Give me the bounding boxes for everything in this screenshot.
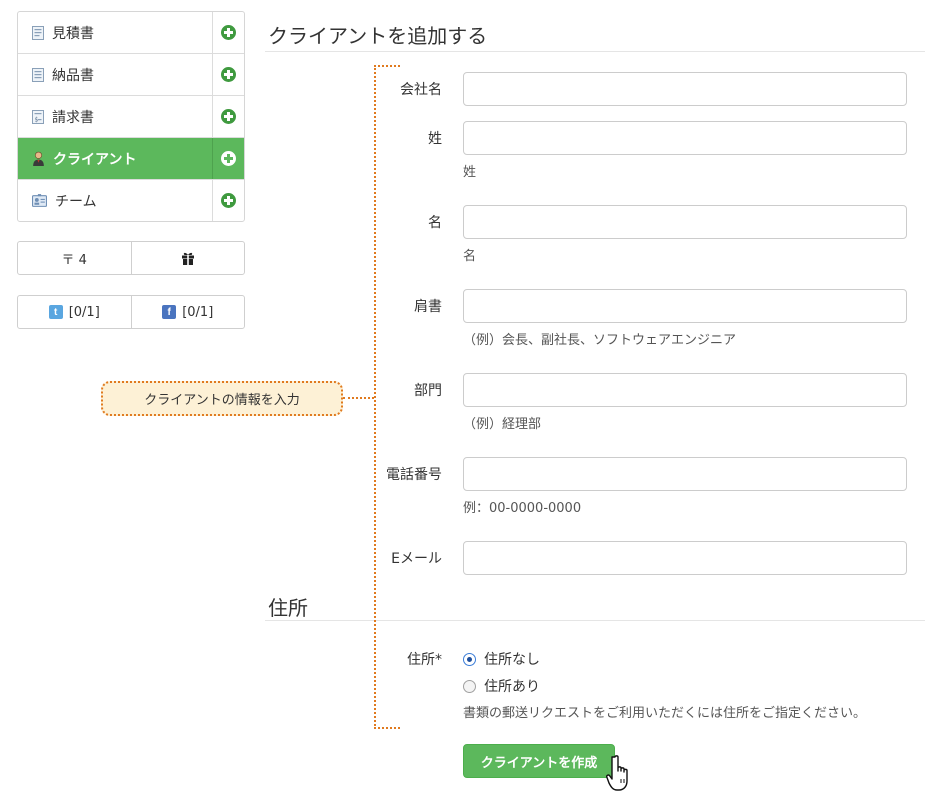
facebook-icon: f bbox=[162, 305, 177, 319]
social-button-group: t [0/1] f [0/1] bbox=[17, 295, 245, 329]
sidebar-item-label: 納品書 bbox=[52, 67, 94, 84]
gift-button[interactable] bbox=[130, 242, 245, 274]
position-help: （例）会長、副社長、ソフトウェアエンジニア bbox=[463, 333, 737, 348]
facebook-count: [0/1] bbox=[182, 304, 214, 320]
company-input[interactable] bbox=[463, 72, 907, 106]
callout-text: クライアントの情報を入力 bbox=[144, 393, 300, 408]
sidebar-item-invoice: $ 請求書 bbox=[18, 96, 244, 138]
sidebar-item-team: チーム bbox=[18, 180, 244, 221]
postal-button[interactable]: 〒 4 bbox=[18, 242, 131, 274]
add-invoice-button[interactable] bbox=[212, 96, 244, 137]
invoice-doc-icon: $ bbox=[32, 109, 44, 124]
add-delivery-button[interactable] bbox=[212, 54, 244, 95]
sidebar-link-invoice[interactable]: $ 請求書 bbox=[18, 96, 212, 137]
title-divider bbox=[265, 51, 925, 52]
sidebar-link-estimate[interactable]: 見積書 bbox=[18, 12, 212, 53]
utility-button-group: 〒 4 bbox=[17, 241, 245, 275]
add-client-button[interactable] bbox=[212, 138, 244, 179]
twitter-count: [0/1] bbox=[68, 304, 100, 320]
plus-circle-icon bbox=[221, 25, 236, 40]
gift-icon bbox=[181, 252, 194, 265]
sidebar-item-delivery: 納品書 bbox=[18, 54, 244, 96]
sidebar-item-estimate: 見積書 bbox=[18, 12, 244, 54]
position-label: 肩書 bbox=[414, 299, 442, 315]
create-client-button[interactable]: クライアントを作成 bbox=[463, 744, 615, 778]
sidebar-link-team[interactable]: チーム bbox=[18, 180, 212, 221]
last-name-help: 姓 bbox=[463, 165, 477, 180]
last-name-input[interactable] bbox=[463, 121, 907, 155]
sidebar-item-label: 見積書 bbox=[52, 25, 94, 42]
radio-with-address[interactable]: 住所あり bbox=[463, 676, 540, 696]
phone-input[interactable] bbox=[463, 457, 907, 491]
sidebar-item-client: クライアント bbox=[18, 138, 244, 180]
sidebar-nav: 見積書 納品書 $ 請求書 クライアント チーム bbox=[17, 11, 245, 222]
add-estimate-button[interactable] bbox=[212, 12, 244, 53]
address-help: 書類の郵送リクエストをご利用いただくには住所をご指定ください。 bbox=[463, 706, 867, 721]
twitter-share-button[interactable]: t [0/1] bbox=[18, 296, 131, 328]
annotation-connector bbox=[343, 397, 374, 399]
twitter-icon: t bbox=[48, 305, 63, 319]
department-help: （例）経理部 bbox=[463, 417, 542, 432]
page-title: クライアントを追加する bbox=[268, 24, 488, 48]
last-name-label: 姓 bbox=[428, 131, 442, 147]
delivery-doc-icon bbox=[32, 67, 44, 82]
address-section-title: 住所 bbox=[268, 596, 308, 620]
plus-circle-icon bbox=[221, 67, 236, 82]
address-label: 住所* bbox=[407, 652, 442, 668]
postal-button-label: 〒 4 bbox=[61, 252, 87, 268]
facebook-share-button[interactable]: f [0/1] bbox=[130, 296, 245, 328]
sidebar-item-label: チーム bbox=[55, 193, 97, 210]
estimate-doc-icon bbox=[32, 25, 44, 40]
address-divider bbox=[265, 620, 925, 621]
first-name-help: 名 bbox=[463, 249, 477, 264]
hand-pointer-cursor-icon bbox=[606, 755, 628, 791]
department-label: 部門 bbox=[414, 383, 442, 399]
sidebar-link-client[interactable]: クライアント bbox=[18, 138, 212, 179]
annotation-callout: クライアントの情報を入力 bbox=[101, 381, 343, 416]
team-id-card-icon bbox=[32, 194, 47, 207]
department-input[interactable] bbox=[463, 373, 907, 407]
radio-no-address[interactable]: 住所なし bbox=[463, 649, 540, 669]
radio-label: 住所なし bbox=[484, 652, 540, 668]
annotation-bracket bbox=[374, 65, 400, 729]
radio-button-checked[interactable] bbox=[463, 652, 476, 666]
plus-circle-icon bbox=[221, 109, 236, 124]
position-input[interactable] bbox=[463, 289, 907, 323]
email-input[interactable] bbox=[463, 541, 907, 575]
sidebar-item-label: 請求書 bbox=[52, 109, 94, 126]
phone-help: 例：00-0000-0000 bbox=[463, 501, 582, 516]
first-name-label: 名 bbox=[428, 215, 442, 231]
add-team-button[interactable] bbox=[212, 180, 244, 221]
svg-text:$: $ bbox=[35, 116, 39, 123]
client-person-icon bbox=[33, 151, 44, 166]
first-name-input[interactable] bbox=[463, 205, 907, 239]
radio-button[interactable] bbox=[463, 679, 476, 693]
plus-circle-icon bbox=[221, 151, 236, 166]
plus-circle-icon bbox=[221, 193, 236, 208]
company-label: 会社名 bbox=[400, 82, 442, 98]
sidebar-item-label: クライアント bbox=[53, 151, 137, 168]
sidebar-link-delivery[interactable]: 納品書 bbox=[18, 54, 212, 95]
radio-label: 住所あり bbox=[484, 679, 540, 695]
